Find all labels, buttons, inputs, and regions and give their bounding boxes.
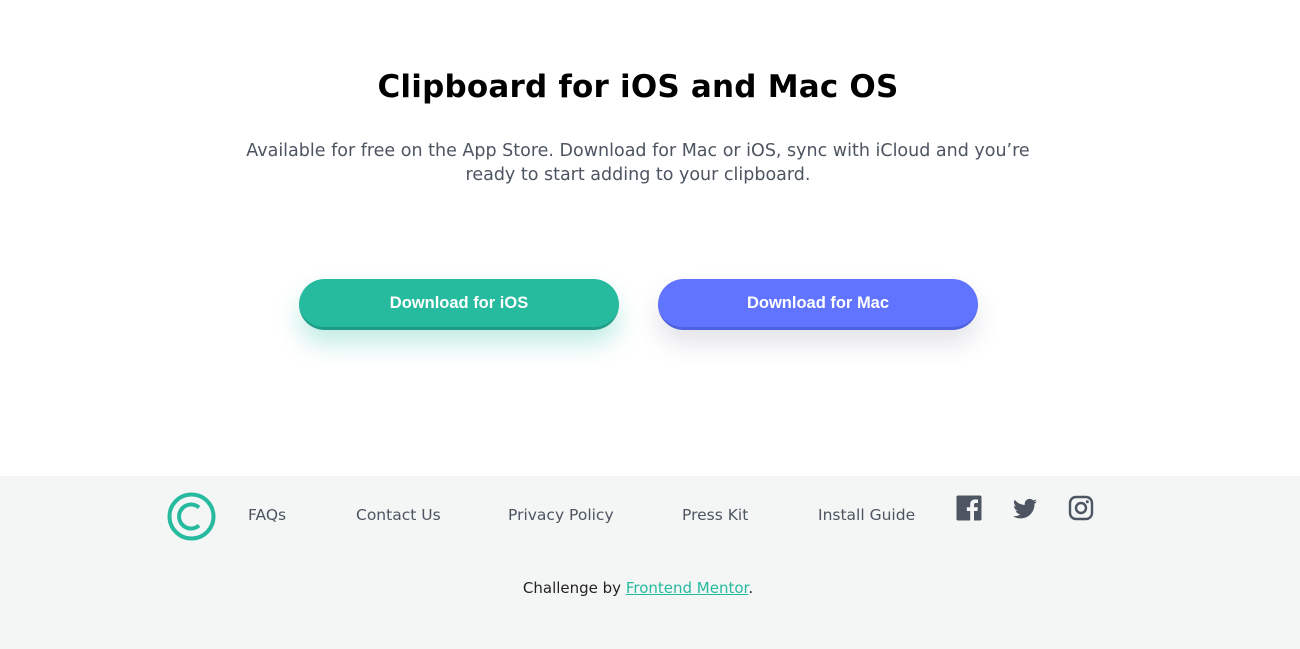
copyright-circle-icon[interactable] [167,492,216,541]
twitter-icon[interactable] [1012,495,1038,521]
frontend-mentor-link[interactable]: Frontend Mentor [626,579,749,597]
footer: FAQs Contact Us Privacy Policy Press Kit… [0,476,1300,649]
attribution-prefix: Challenge by [522,579,626,597]
download-mac-button[interactable]: Download for Mac [658,279,978,330]
instagram-icon[interactable] [1068,495,1094,521]
footer-link-contact-us[interactable]: Contact Us [356,504,441,526]
attribution-suffix: . [748,579,754,597]
footer-link-faqs[interactable]: FAQs [248,504,286,526]
hero-section: Clipboard for iOS and Mac OS Available f… [0,0,1300,476]
page-title: Clipboard for iOS and Mac OS [377,69,899,105]
download-ios-button[interactable]: Download for iOS [299,279,619,330]
footer-link-press-kit[interactable]: Press Kit [682,504,748,526]
attribution: Challenge by Frontend Mentor. [0,577,1276,599]
footer-link-privacy-policy[interactable]: Privacy Policy [508,504,614,526]
footer-link-install-guide[interactable]: Install Guide [818,504,915,526]
facebook-icon[interactable] [956,495,982,521]
hero-description: Available for free on the App Store. Dow… [246,141,1030,185]
